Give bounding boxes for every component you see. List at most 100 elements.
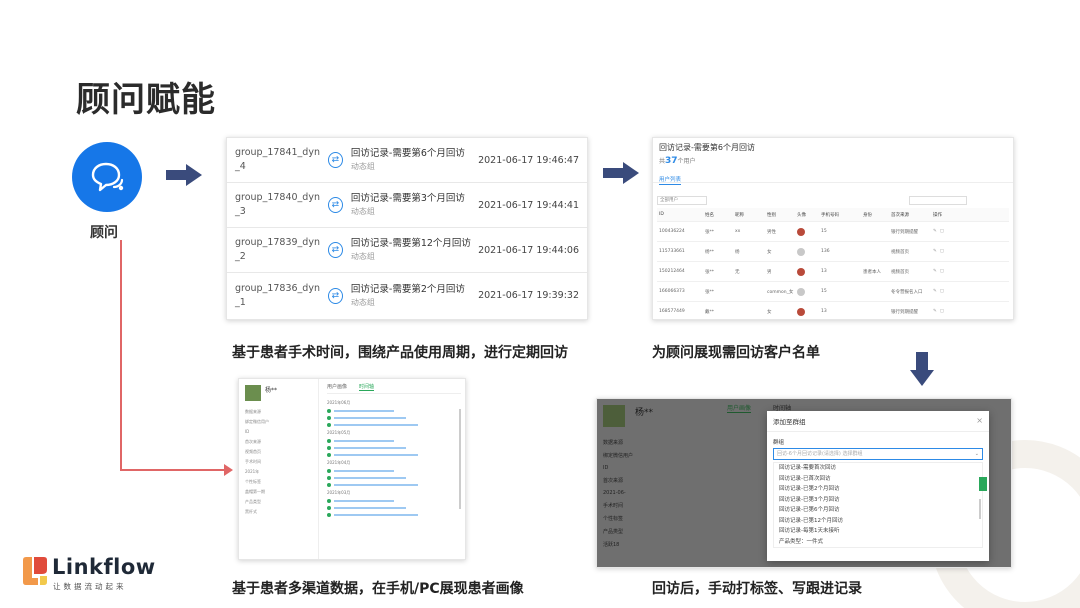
down-arrow-icon	[910, 352, 934, 386]
event-bar	[334, 514, 418, 516]
tab-profile[interactable]: 用户画像	[727, 403, 752, 413]
table-cell: 女	[767, 309, 772, 315]
modal-title: 添加至群组	[773, 418, 806, 426]
customer-count-unit: 个用户	[677, 158, 696, 165]
column-header: 昵称	[735, 212, 744, 218]
edit-icon[interactable]: ✎	[933, 269, 937, 274]
profile-field: 个性标签	[603, 516, 624, 522]
timeline-event[interactable]	[327, 476, 461, 480]
note-icon[interactable]: ▢	[940, 309, 944, 314]
profile-card: 杨** 数据来源 绑定微信用户 ID 首次来源 视频首页 手术时间 2021年 个性标签 盖帽第…	[238, 378, 466, 560]
sync-icon: ⇄	[328, 287, 343, 304]
table-row[interactable]: 150212464 张** 无 男 13 患者本人 视频首页 ✎ ▢	[657, 262, 1009, 282]
group-info: 回访记录-需要第3个月回访 动态组	[351, 192, 478, 218]
edit-icon[interactable]: ✎	[933, 309, 937, 314]
timeline-event[interactable]	[327, 416, 461, 420]
timeline-event[interactable]	[327, 439, 461, 443]
group-select-placeholder: 回访-6个月回访记录(请选择) 选择群组	[777, 451, 863, 457]
group-id-line: group_17839_dyn	[235, 237, 320, 248]
timeline-event[interactable]	[327, 409, 461, 413]
connector-line	[120, 240, 122, 470]
connector-line	[120, 469, 226, 471]
event-bar	[334, 424, 418, 426]
filter-select[interactable]: 全部用户	[657, 196, 707, 205]
dropdown-option[interactable]: 回访记录-已首次回访	[774, 474, 982, 485]
group-row[interactable]: group_17840_dyn _3 ⇄ 回访记录-需要第3个月回访 动态组 2021-0…	[227, 183, 587, 228]
wechat-icon	[327, 506, 331, 510]
table-row[interactable]: 100436224 张** xx 男性 15 银行到期提醒 ✎ ▢	[657, 222, 1009, 242]
table-cell: 100436224	[659, 229, 685, 234]
column-header: 手机号码	[821, 212, 839, 218]
group-row[interactable]: group_17841_dyn _4 ⇄ 回访记录-需要第6个月回访 动态组 2021-0…	[227, 138, 587, 183]
note-icon[interactable]: ▢	[940, 289, 944, 294]
search-input[interactable]	[909, 196, 967, 205]
avatar-cell	[795, 247, 819, 256]
group-name: 回访记录-需要第12个月回访	[350, 238, 471, 249]
timeline-event[interactable]	[327, 453, 461, 457]
timeline-month: 2021年06月	[327, 400, 351, 405]
wechat-icon	[327, 476, 331, 480]
customer-list-title: 回访记录-需要第6个月回访	[659, 143, 755, 152]
advisor-avatar[interactable]	[72, 142, 142, 212]
wechat-icon	[327, 483, 331, 487]
caption-customer-list: 为顾问展现需回访客户名单	[652, 345, 820, 361]
timeline-event[interactable]	[327, 513, 461, 517]
customer-list-card: 回访记录-需要第6个月回访 共37个用户 用户列表 全部用户 ID 姓名 昵称 性别 头…	[652, 137, 1014, 320]
group-timestamp: 2021-06-17 19:46:47	[478, 154, 579, 166]
timeline-event[interactable]	[327, 423, 461, 427]
timeline-event[interactable]	[327, 483, 461, 487]
dropdown-option[interactable]: 回访记录-每第1天未接听	[774, 526, 982, 537]
dropdown-option[interactable]: 回访记录-已第3个月回访	[774, 495, 982, 506]
tab-profile[interactable]: 用户画像	[327, 383, 347, 391]
slide: 顾问赋能 顾问 group_17841_dyn _4 ⇄ 回访记录-需要第6个月回访动…	[0, 0, 1080, 608]
note-icon[interactable]: ▢	[940, 229, 944, 234]
tab-timeline[interactable]: 时间轴	[359, 383, 375, 391]
page-title: 顾问赋能	[76, 80, 216, 120]
avatar-cell	[795, 307, 819, 316]
timeline-event[interactable]	[327, 506, 461, 510]
timeline-event[interactable]	[327, 469, 461, 473]
profile-field: 手术时间	[245, 459, 261, 464]
table-cell: 15	[821, 289, 827, 294]
group-select[interactable]: 回访-6个月回访记录(请选择) 选择群组 ⌄	[773, 448, 983, 460]
caption-group-list: 基于患者手术时间，围绕产品使用周期，进行定期回访	[232, 345, 568, 361]
timeline-month: 2021年05月	[327, 430, 351, 435]
confirm-button[interactable]	[979, 477, 987, 491]
note-icon[interactable]: ▢	[940, 249, 944, 254]
avatar-cell	[795, 227, 819, 236]
column-header: 头像	[797, 212, 806, 218]
timeline: 2021年06月 2021年05月 2021年04月 2021年03月	[327, 400, 461, 517]
dropdown-option[interactable]: 回访记录-已第12个月回访	[774, 516, 982, 527]
note-icon[interactable]: ▢	[940, 269, 944, 274]
tab-user-list[interactable]: 用户列表	[659, 175, 682, 185]
profile-sidebar: 杨** 数据来源 绑定微信用户 ID 首次来源 视频首页 手术时间 2021年 个性标签 盖帽第…	[239, 379, 319, 559]
avatar	[797, 227, 805, 236]
timeline-event[interactable]	[327, 446, 461, 450]
scrollbar[interactable]	[979, 499, 981, 519]
group-type: 动态组	[350, 252, 375, 261]
table-cell: 视频首页	[891, 269, 909, 275]
dropdown-option[interactable]: 产品类型：一件式	[774, 537, 982, 548]
profile-field: 绑定微信用户	[603, 453, 634, 459]
event-bar	[334, 410, 394, 412]
close-icon[interactable]: ×	[976, 416, 983, 426]
scrollbar[interactable]	[459, 409, 461, 509]
timeline-event[interactable]	[327, 499, 461, 503]
dropdown-option[interactable]: 回访记录-已第2个月回访	[774, 484, 982, 495]
avatar	[245, 385, 261, 401]
group-name: 回访记录-需要第2个月回访	[350, 283, 465, 295]
table-row[interactable]: 168577449 戴** 女 13 银行到期提醒 ✎ ▢	[657, 302, 1009, 319]
group-row[interactable]: group_17839_dyn _2 ⇄ 回访记录-需要第12个月回访 动态组 2021-…	[227, 228, 587, 273]
table-row[interactable]: 115733661 杨** 杨 女 136 视频首页 ✎ ▢	[657, 242, 1009, 262]
edit-icon[interactable]: ✎	[933, 289, 937, 294]
dropdown-option[interactable]: 回访记录-已第6个月回访	[774, 505, 982, 516]
group-info: 回访记录-需要第12个月回访 动态组	[351, 237, 478, 263]
group-row[interactable]: group_17836_dyn _1 ⇄ 回访记录-需要第2个月回访 动态组 2021-0…	[227, 273, 587, 318]
dropdown-option[interactable]: 回访记录-需要首次回访	[774, 463, 982, 474]
table-cell: 杨	[735, 249, 740, 255]
edit-icon[interactable]: ✎	[933, 249, 937, 254]
caption-followup: 回访后，手动打标签、写跟进记录	[652, 581, 862, 597]
wechat-icon	[327, 453, 331, 457]
edit-icon[interactable]: ✎	[933, 229, 937, 234]
table-row[interactable]: 166066373 张** common_女 15 冬令营报名入口 ✎ ▢	[657, 282, 1009, 302]
